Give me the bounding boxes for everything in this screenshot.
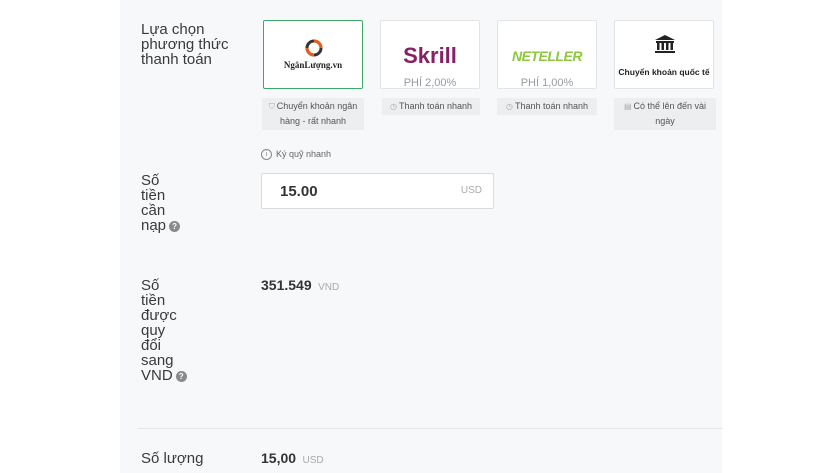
info-icon[interactable]: ?	[175, 370, 187, 382]
method-tag-nganluong: ⛉ Chuyển khoản ngân hàng - rất nhanh	[262, 98, 364, 130]
neteller-logo: NETELLER	[512, 48, 582, 64]
method-name: NgânLượng.vn	[283, 60, 343, 70]
amount-label: Số tiền cần nạp?	[141, 173, 241, 233]
ngan-luong-logo-icon	[305, 39, 323, 57]
calendar-icon: ▤	[623, 102, 632, 111]
clock-icon: ◷	[389, 102, 397, 111]
deposit-note: i Ký quỹ nhanh	[261, 149, 331, 161]
clock-icon: ◷	[505, 102, 513, 111]
method-tag-skrill: ◷ Thanh toán nhanh	[382, 98, 480, 115]
quantity-label: Số lượng	[141, 450, 204, 467]
method-fee: PHÍ 2,00%	[403, 77, 457, 89]
method-card-international[interactable]: Chuyển khoản quốc tế	[614, 20, 714, 89]
skrill-logo: Skrill	[403, 43, 457, 68]
method-card-skrill[interactable]: Skrill PHÍ 2,00%	[380, 20, 480, 89]
payment-method-label: Lựa chọn phương thức thanh toán	[141, 21, 229, 68]
method-name: Chuyển khoản quốc tế	[618, 67, 710, 77]
info-icon[interactable]: ?	[169, 220, 181, 232]
shield-icon: ⛉	[268, 102, 275, 111]
method-card-neteller[interactable]: NETELLER PHÍ 1,00%	[497, 20, 597, 89]
method-tag-international: ▤ Có thể lên đến vài ngày	[614, 98, 716, 130]
bank-icon	[655, 35, 675, 53]
method-card-nganluong[interactable]: NgânLượng.vn	[263, 20, 363, 89]
method-fee: PHÍ 1,00%	[520, 77, 574, 89]
quantity-value: 15,00 USD	[261, 450, 324, 466]
amount-input[interactable]: 15.00 USD	[261, 173, 494, 209]
converted-label: Số tiền được quy đổi sang VND?	[141, 278, 241, 383]
amount-currency: USD	[460, 185, 482, 196]
method-tag-neteller: ◷ Thanh toán nhanh	[497, 98, 597, 115]
info-outline-icon: i	[261, 149, 272, 161]
converted-value: 351.549 VND	[261, 277, 340, 293]
divider	[138, 428, 722, 429]
amount-value: 15.00	[280, 183, 318, 200]
